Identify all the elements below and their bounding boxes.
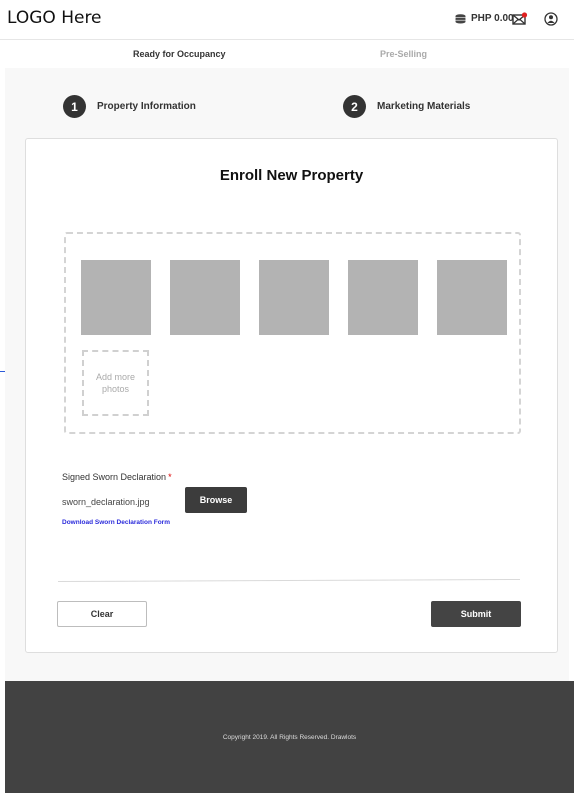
wallet-balance[interactable]: PHP 0.00 [455,13,514,24]
photo-thumbnail[interactable] [170,260,240,335]
photo-upload-area[interactable]: Add more photos [64,232,521,434]
page-title: Enroll New Property [219,167,364,184]
download-declaration-link[interactable]: Download Sworn Declaration Form [62,519,170,526]
divider [58,578,520,583]
copyright-text: Copyright 2019. All Rights Reserved. Dra… [222,734,357,741]
step-label: Marketing Materials [377,101,471,112]
photo-thumbnail[interactable] [348,260,418,335]
sworn-declaration-label: Signed Sworn Declaration * [62,472,172,482]
step-number: 2 [343,95,366,118]
browse-button[interactable]: Browse [185,487,247,513]
clear-button[interactable]: Clear [57,601,147,627]
photo-thumbnail[interactable] [81,260,151,335]
add-more-photos-button[interactable]: Add more photos [82,350,149,416]
sworn-declaration-label-text: Signed Sworn Declaration [62,472,167,482]
tab-ready-for-occupancy[interactable]: Ready for Occupancy [133,49,226,59]
required-marker: * [168,472,172,482]
notification-dot-icon [521,12,528,18]
top-header: LOGO Here PHP 0.00 [0,0,574,40]
coins-icon [455,13,466,23]
submit-button[interactable]: Submit [431,601,521,627]
edge-marker [0,371,5,372]
listing-type-tabs: Ready for Occupancy Pre-Selling [5,40,569,68]
step-property-information[interactable]: 1 Property Information [63,95,196,118]
photo-thumbnail[interactable] [259,260,329,335]
step-label: Property Information [97,101,196,112]
step-number: 1 [63,95,86,118]
step-marketing-materials[interactable]: 2 Marketing Materials [343,95,470,118]
balance-amount: PHP 0.00 [471,13,514,24]
footer: Copyright 2019. All Rights Reserved. Dra… [5,681,574,793]
mail-icon[interactable] [512,12,528,26]
enroll-property-card: Enroll New Property Add more photos Sign… [25,138,558,653]
user-icon[interactable] [544,12,558,26]
photo-thumbnail[interactable] [437,260,507,335]
tab-pre-selling[interactable]: Pre-Selling [380,49,427,59]
selected-file-name: sworn_declaration.jpg [62,497,150,507]
logo[interactable]: LOGO Here [7,8,102,28]
